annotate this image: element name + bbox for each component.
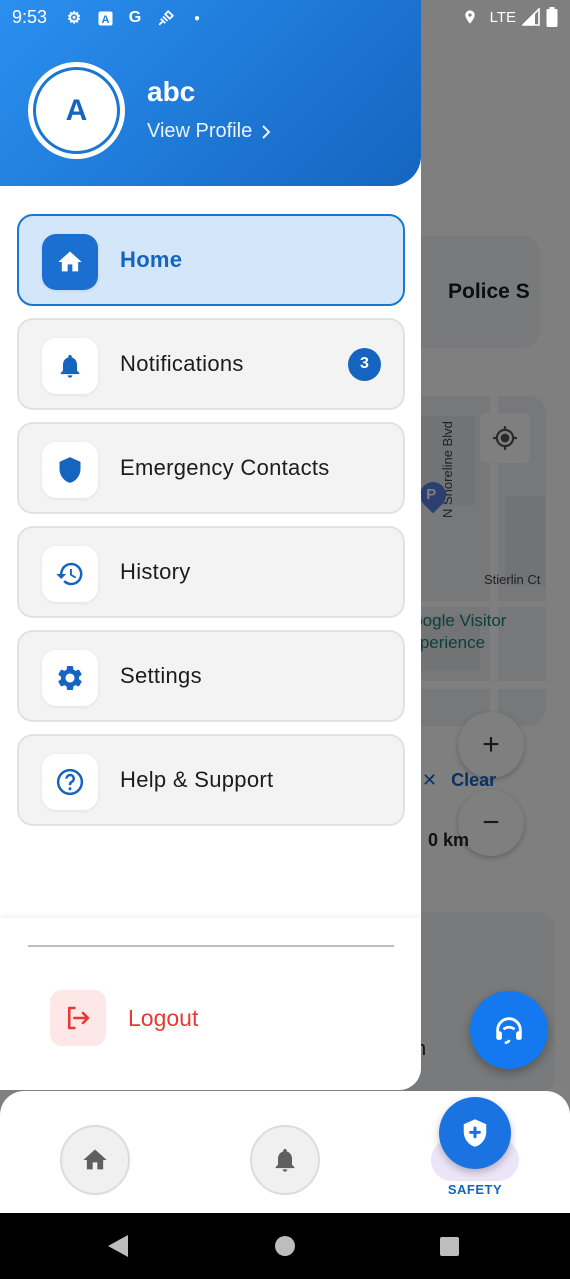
drawer-menu: Home Notifications 3 Emergency Contacts …	[17, 214, 405, 838]
avatar-letter: A	[33, 67, 120, 154]
help-icon	[56, 768, 84, 796]
nav-notifications-button[interactable]	[250, 1125, 320, 1195]
menu-icon-box	[42, 754, 98, 810]
status-time: 9:53	[12, 7, 48, 27]
dot-icon: ●	[193, 12, 201, 24]
menu-icon-box	[42, 650, 98, 706]
home-circle-icon[interactable]	[275, 1236, 295, 1256]
menu-label: Help & Support	[120, 767, 274, 792]
bottom-navigation: SAFETY	[0, 1091, 570, 1213]
view-profile-link[interactable]: View Profile	[147, 120, 272, 143]
location-icon	[464, 10, 475, 24]
menu-label: Settings	[120, 663, 202, 688]
divider	[28, 945, 394, 947]
menu-label: Home	[120, 247, 183, 272]
nav-home-button[interactable]	[60, 1125, 130, 1195]
satellite-icon	[156, 8, 176, 28]
view-profile-label: View Profile	[147, 120, 253, 142]
svg-text:A: A	[101, 14, 109, 26]
bell-icon	[60, 354, 80, 378]
logout-label[interactable]: Logout	[128, 1005, 198, 1032]
menu-item-history[interactable]: History	[17, 526, 405, 618]
menu-label: History	[120, 559, 191, 584]
back-icon[interactable]	[108, 1235, 128, 1257]
menu-item-settings[interactable]: Settings	[17, 630, 405, 722]
battery-icon	[546, 7, 558, 27]
menu-icon-box	[42, 338, 98, 394]
history-icon	[56, 562, 83, 586]
gear-icon	[58, 666, 82, 690]
support-fab[interactable]	[470, 991, 548, 1069]
status-right: LTE	[462, 7, 558, 27]
logout-icon	[68, 1006, 90, 1030]
g-icon: G	[128, 9, 142, 26]
menu-item-home[interactable]: Home	[17, 214, 405, 306]
menu-label: Notifications	[120, 351, 244, 376]
status-bar: 9:53 ⚙ A G ● LTE	[0, 0, 570, 36]
logout-button[interactable]	[50, 990, 106, 1046]
shield-icon	[59, 457, 81, 483]
home-icon	[83, 1149, 107, 1170]
user-name: abc	[147, 76, 196, 107]
shield-plus-icon	[463, 1119, 487, 1147]
drawer-footer: Logout	[0, 918, 421, 1090]
system-navigation-bar	[0, 1213, 570, 1279]
notification-count-badge: 3	[348, 347, 381, 381]
settings-icon: ⚙	[66, 10, 82, 27]
menu-label: Emergency Contacts	[120, 455, 330, 480]
chevron-right-icon	[262, 124, 271, 139]
menu-icon-box	[42, 234, 98, 290]
menu-item-emergency-contacts[interactable]: Emergency Contacts	[17, 422, 405, 514]
menu-item-notifications[interactable]: Notifications 3	[17, 318, 405, 410]
home-icon	[58, 251, 82, 272]
avatar[interactable]: A	[28, 62, 125, 159]
signal-icon	[522, 8, 540, 26]
navigation-drawer: A abc View Profile Home Notifications 3 …	[0, 0, 421, 1090]
a-badge-icon: A	[95, 8, 115, 28]
menu-item-help-support[interactable]: Help & Support	[17, 734, 405, 826]
menu-icon-box	[42, 546, 98, 602]
recents-icon[interactable]	[440, 1237, 459, 1256]
headset-icon	[496, 1017, 522, 1045]
bell-icon	[275, 1148, 295, 1172]
network-type: LTE	[489, 8, 516, 26]
menu-icon-box	[42, 442, 98, 498]
nav-safety-button[interactable]	[439, 1097, 511, 1169]
nav-safety-label: SAFETY	[447, 1182, 503, 1197]
